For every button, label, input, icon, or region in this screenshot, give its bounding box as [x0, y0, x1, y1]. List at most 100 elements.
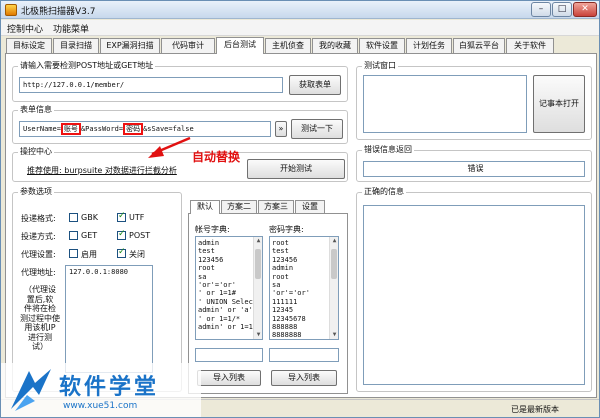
get-form-button[interactable]: 获取表单	[289, 75, 341, 95]
scroll-thumb[interactable]	[255, 249, 261, 279]
utf-label: UTF	[129, 213, 145, 222]
form-prefix: UserName=	[23, 125, 61, 133]
test-window-output[interactable]	[363, 75, 527, 133]
backend-test-panel: 请输入需要检测POST地址或GET地址 http://127.0.0.1/mem…	[5, 53, 597, 398]
correct-info-group: 正确的信息	[356, 186, 592, 392]
account-list-scrollbar[interactable]: ▲ ▼	[253, 237, 262, 339]
app-window: 北极熊扫描器V3.7 – □ ✕ 控制中心 功能菜单 目标设定 目录扫描 EXP…	[0, 0, 600, 418]
watermark-logo-icon	[11, 369, 51, 411]
proxy-label: 代理设置:	[21, 250, 56, 259]
proxy-address-input[interactable]: 127.0.0.1:8080	[65, 265, 153, 373]
import-password-list-button[interactable]: 导入列表	[271, 370, 337, 386]
scroll-down-icon[interactable]: ▼	[254, 331, 262, 339]
main-tabs: 目标设定 目录扫描 EXP漏洞扫描 代码审计 后台测试 主机侦查 我的收藏 软件…	[1, 37, 599, 54]
tab-host-recon[interactable]: 主机侦查	[265, 38, 311, 53]
proxy-note-line: 置后,软	[26, 294, 54, 304]
title-bar: 北极熊扫描器V3.7 – □ ✕	[1, 1, 599, 19]
tab-software-settings[interactable]: 软件设置	[359, 38, 405, 53]
scroll-up-icon[interactable]: ▲	[330, 237, 338, 245]
tab-backend-test[interactable]: 后台测试	[216, 37, 264, 54]
encoding-label: 投递格式:	[21, 214, 56, 223]
menu-bar: 控制中心 功能菜单	[1, 20, 599, 36]
account-token: 账号	[60, 123, 81, 135]
auto-replace-annotation: 自动替换	[192, 150, 241, 164]
test-once-button[interactable]: 测试一下	[291, 119, 343, 139]
scroll-up-icon[interactable]: ▲	[254, 237, 262, 245]
form-info-label: 表单信息	[18, 104, 54, 115]
dict-tab-settings[interactable]: 设置	[295, 200, 325, 213]
open-notepad-button[interactable]: 记事本打开	[533, 75, 585, 133]
menu-control-center[interactable]: 控制中心	[7, 22, 43, 35]
account-dict-list[interactable]: admin test 123456 root sa 'or'='or' ' or…	[195, 236, 263, 340]
gbk-label: GBK	[81, 213, 98, 222]
dict-tab-content: 帐号字典: 密码字典: admin test 123456 root sa 'o…	[188, 213, 348, 394]
password-dict-list[interactable]: root test 123456 admin root sa 'or'='or'…	[269, 236, 339, 340]
password-token: 密码	[123, 123, 144, 135]
method-label: 投递方式:	[21, 232, 56, 241]
utf-checkbox[interactable]	[117, 211, 126, 222]
scroll-thumb[interactable]	[331, 249, 337, 279]
import-account-list-button[interactable]: 导入列表	[197, 370, 261, 386]
proxy-note-line: 进行测	[28, 332, 52, 342]
url-group-label: 请输入需要检测POST地址或GET地址	[18, 60, 156, 71]
error-group: 错误信息返回 错误	[356, 144, 592, 182]
proxy-disable-label: 关闭	[129, 250, 145, 259]
tab-whitefox-cloud[interactable]: 白狐云平台	[453, 38, 505, 53]
minimize-button[interactable]: –	[531, 2, 551, 17]
burpsuite-hint[interactable]: 推荐使用: burpsuite 对数据进行拦截分析	[27, 165, 177, 176]
dictionary-area: 默认 方案二 方案三 设置 帐号字典: 密码字典: admin test 123…	[188, 200, 348, 394]
control-center-label: 操控中心	[18, 146, 54, 157]
form-suffix: &sSave=false	[143, 125, 194, 133]
proxy-note: （代理设 置后,软 件将在检 测过程中使 用该机IP 进行测 试）	[17, 285, 63, 352]
tab-about[interactable]: 关于软件	[506, 38, 554, 53]
test-window-label: 测试窗口	[362, 60, 398, 71]
tab-target-settings[interactable]: 目标设定	[6, 38, 52, 53]
window-title: 北极熊扫描器V3.7	[21, 7, 96, 17]
proxy-note-line: 试）	[32, 342, 48, 351]
url-input[interactable]: http://127.0.0.1/member/	[19, 77, 283, 93]
proxy-enable-checkbox[interactable]	[69, 249, 78, 258]
params-label: 参数选项	[18, 186, 54, 197]
gbk-checkbox[interactable]	[69, 213, 78, 222]
proxy-note-line: （代理设	[24, 285, 56, 294]
params-group: 参数选项 投递格式: GBK UTF 投递方式: GET POST 代理设置: …	[12, 186, 182, 392]
status-text: 已是最新版本	[511, 405, 559, 414]
account-dict-label: 帐号字典:	[195, 225, 230, 234]
proxy-note-line: 用该机IP	[24, 323, 56, 332]
proxy-note-line: 件将在检	[24, 304, 56, 313]
proxy-address-label: 代理地址:	[21, 268, 56, 277]
tab-favorites[interactable]: 我的收藏	[312, 38, 358, 53]
tab-directory-scan[interactable]: 目录扫描	[53, 38, 99, 53]
tab-scheduled-tasks[interactable]: 计划任务	[406, 38, 452, 53]
close-button[interactable]: ✕	[573, 2, 597, 17]
tab-code-audit[interactable]: 代码审计	[161, 38, 215, 53]
error-label: 错误信息返回	[362, 144, 414, 155]
proxy-note-line: 测过程中使	[20, 313, 60, 323]
password-dict-label: 密码字典:	[269, 225, 304, 234]
expand-button[interactable]: »	[275, 121, 287, 137]
post-checkbox[interactable]	[117, 229, 126, 240]
dict-tab-default[interactable]: 默认	[190, 200, 220, 214]
watermark-url: www.xue51.com	[63, 401, 138, 411]
tab-exp-scan[interactable]: EXP漏洞扫描	[100, 38, 160, 53]
start-test-button[interactable]: 开始测试	[247, 159, 345, 179]
proxy-disable-checkbox[interactable]	[117, 247, 126, 258]
form-data-input[interactable]: UserName= 账号 &PassWord= 密码 &sSave=false	[19, 121, 271, 137]
get-checkbox[interactable]	[69, 231, 78, 240]
password-add-input[interactable]	[269, 348, 339, 362]
maximize-button[interactable]: □	[552, 2, 572, 17]
watermark: 软件学堂 www.xue51.com	[1, 363, 201, 417]
password-list-scrollbar[interactable]: ▲ ▼	[329, 237, 338, 339]
url-group: 请输入需要检测POST地址或GET地址 http://127.0.0.1/mem…	[12, 60, 348, 102]
proxy-enable-label: 启用	[81, 250, 97, 259]
scroll-down-icon[interactable]: ▼	[330, 331, 338, 339]
app-logo-icon	[5, 4, 17, 16]
correct-info-output[interactable]	[363, 205, 585, 385]
menu-functions[interactable]: 功能菜单	[53, 22, 89, 35]
account-add-input[interactable]	[195, 348, 263, 362]
error-output[interactable]: 错误	[363, 161, 585, 177]
dict-tab-plan2[interactable]: 方案二	[221, 200, 257, 213]
correct-info-label: 正确的信息	[362, 186, 406, 197]
dict-tab-plan3[interactable]: 方案三	[258, 200, 294, 213]
form-middle: &PassWord=	[80, 125, 124, 133]
